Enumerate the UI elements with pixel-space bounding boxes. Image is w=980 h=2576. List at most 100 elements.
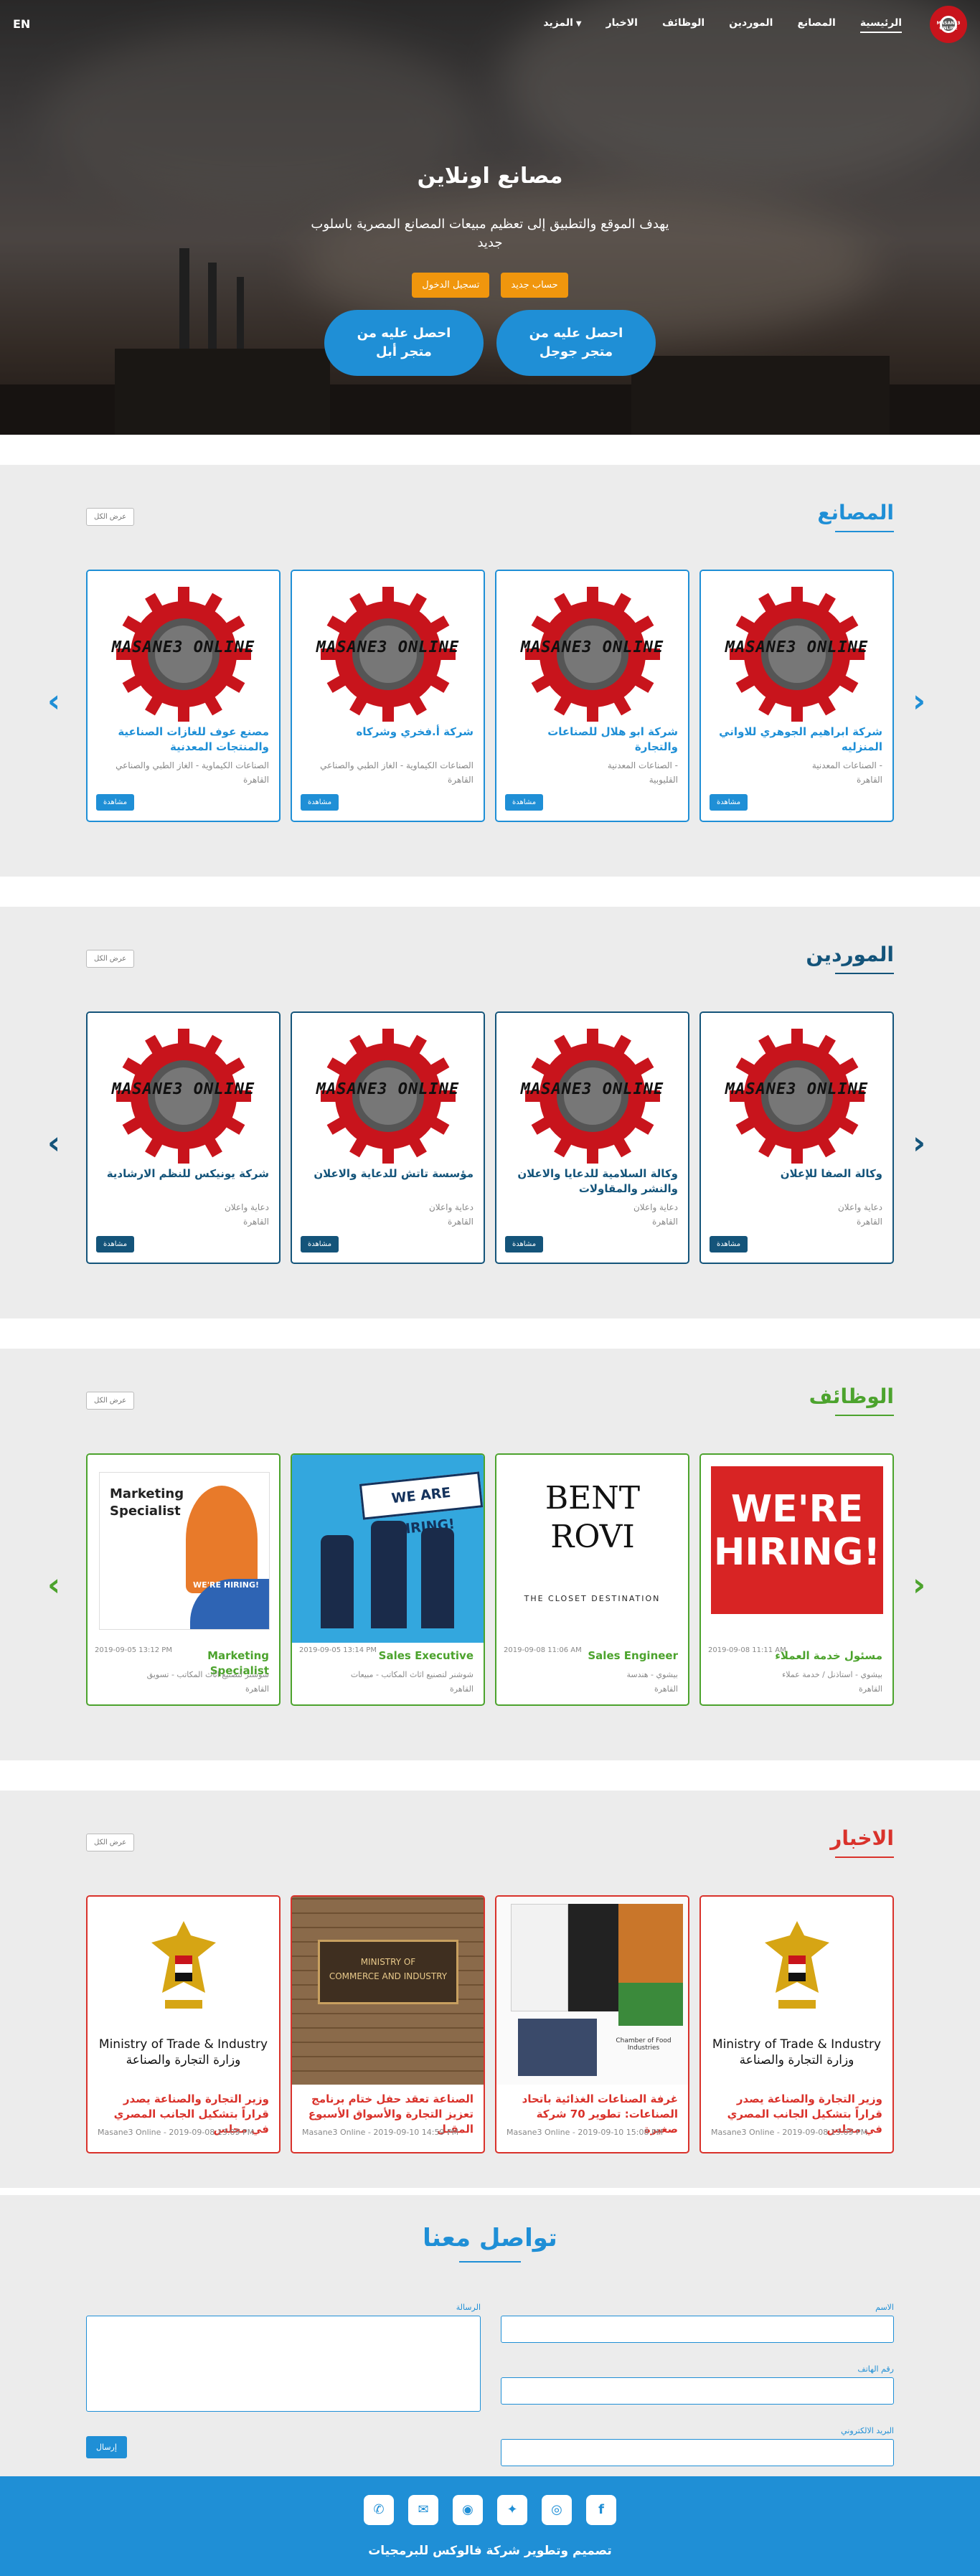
chevron-left-icon[interactable]: ‹ [47, 1125, 60, 1161]
message-textarea[interactable] [86, 2316, 481, 2412]
news-card[interactable]: Ministry of Trade & Industry وزارة التجا… [699, 1895, 894, 2153]
name-field[interactable] [501, 2316, 894, 2343]
item-card[interactable]: MASANE3 ONLINE مؤسسة تاتش للدعاية والاعلا… [291, 1011, 485, 1264]
poster-title: Marketing Specialist [110, 1486, 184, 1520]
card-image: MASANE3 ONLINE [88, 571, 279, 737]
email-field[interactable] [501, 2439, 894, 2466]
news-card[interactable]: Ministry of Trade & Industry وزارة التجا… [86, 1895, 281, 2153]
hero-section: EN الرئيسية المصانع الموردين الوظائف الا… [0, 0, 980, 435]
job-card[interactable]: BENT ROVI THE CLOSET DESTINATION 2019-09-… [495, 1453, 689, 1706]
email-icon[interactable]: ✉ [408, 2495, 438, 2525]
job-card[interactable]: WE'RE HIRING! 2019-09-08 11:11 AM مسئول خد… [699, 1453, 894, 1706]
poster-line: ROVI [550, 1519, 635, 1555]
news-image: Chamber of Food Industries [496, 1897, 688, 2085]
chevron-left-icon[interactable]: ‹ [47, 1567, 60, 1603]
eagle-emblem-icon [151, 1921, 216, 2009]
news-meta: Masane3 Online - 2019-09-08 13:09 PM [98, 2128, 255, 2137]
view-badge[interactable]: مشاهدة [505, 794, 544, 811]
factories-carousel: MASANE3 ONLINE شركة ابراهيم الجوهري للاوا… [86, 570, 894, 822]
card-title[interactable]: شركة ابراهيم الجوهري للاواني المنزليه [710, 725, 882, 755]
chevron-left-icon[interactable]: ‹ [47, 683, 60, 720]
phone-field[interactable] [501, 2377, 894, 2405]
view-badge[interactable]: مشاهدة [710, 1236, 748, 1252]
view-all-button[interactable]: عرض الكل [86, 508, 135, 526]
job-image: WE ARE HIRING! [292, 1455, 484, 1643]
nav-item-home[interactable]: الرئيسية [848, 0, 914, 46]
message-label: الرسالة [456, 2303, 481, 2312]
twitter-icon[interactable]: ✦ [497, 2495, 527, 2525]
card-image: MASANE3 ONLINE [496, 1013, 688, 1179]
view-badge[interactable]: مشاهدة [505, 1236, 544, 1252]
footer-credit: تصميم وتطوير شركة فالوكس للبرمجيات [368, 2544, 612, 2558]
nav-item-more[interactable]: المزيد ▼ [531, 0, 593, 46]
card-title[interactable]: وكالة الصفا للإعلان [710, 1166, 882, 1181]
poster-line: WE'RE [730, 1488, 864, 1531]
item-card[interactable]: MASANE3 ONLINE شركة ابو هلال للصناعات وال… [495, 570, 689, 822]
card-title[interactable]: شركة ابو هلال للصناعات والتجارة [506, 725, 678, 755]
card-brand-text: MASANE3 ONLINE [725, 638, 869, 656]
chevron-right-icon[interactable]: › [913, 1125, 925, 1161]
nav-item-jobs[interactable]: الوظائف [650, 0, 717, 46]
instagram-icon[interactable]: ◎ [542, 2495, 572, 2525]
nav-item-suppliers[interactable]: الموردين [717, 0, 785, 46]
card-image: MASANE3 ONLINE [701, 571, 892, 737]
item-card[interactable]: MASANE3 ONLINE مصنع عوف للغازات الصناعية … [86, 570, 281, 822]
item-card[interactable]: MASANE3 ONLINE وكالة السلامية للدعايا وال… [495, 1011, 689, 1264]
news-card[interactable]: MINISTRY OF COMMERCE AND INDUSTRY الصناع… [291, 1895, 485, 2153]
email-label: البريد الالكتروني [841, 2426, 894, 2435]
title-underline [459, 2261, 521, 2263]
card-title[interactable]: مؤسسة تاتش للدعاية والاعلان [301, 1166, 473, 1181]
whatsapp-icon[interactable]: ◉ [453, 2495, 483, 2525]
card-title[interactable]: مصنع عوف للغازات الصناعية والمنتجات المع… [97, 725, 269, 755]
view-badge[interactable]: مشاهدة [96, 794, 135, 811]
send-button[interactable]: إرسال [86, 2436, 127, 2458]
item-card[interactable]: MASANE3 ONLINE شركة يونيكس للنظم الارشادي… [86, 1011, 281, 1264]
footer: ✆ ✉ ◉ ✦ ◎ f تصميم وتطوير شركة فالوكس للب… [0, 2476, 980, 2576]
view-all-button[interactable]: عرض الكل [86, 1834, 135, 1851]
login-button[interactable]: تسجيل الدخول [412, 273, 490, 298]
site-logo[interactable]: MASANE3 ONLINE [930, 6, 967, 43]
card-brand-text: MASANE3 ONLINE [111, 1080, 255, 1098]
job-card[interactable]: Marketing Specialist WE'RE HIRING! 2019-… [86, 1453, 281, 1706]
google-store-button[interactable]: احصل عليه من متجر جوجل [496, 310, 656, 376]
job-card[interactable]: WE ARE HIRING! 2019-09-05 13:14 PM Sales … [291, 1453, 485, 1706]
card-category: دعاية واعلان [224, 1202, 269, 1212]
view-all-button[interactable]: عرض الكل [86, 1392, 135, 1410]
phone-icon[interactable]: ✆ [364, 2495, 394, 2525]
job-title[interactable]: Sales Executive [366, 1648, 473, 1664]
card-title[interactable]: شركة أ.فخري وشركاه [301, 725, 473, 740]
card-image: MASANE3 ONLINE [701, 1013, 892, 1179]
news-carousel: Ministry of Trade & Industry وزارة التجا… [86, 1895, 894, 2153]
view-all-button[interactable]: عرض الكل [86, 950, 135, 968]
eagle-emblem-icon [764, 1921, 829, 2009]
item-card[interactable]: MASANE3 ONLINE وكالة الصفا للإعلان دعاية و… [699, 1011, 894, 1264]
job-title[interactable]: مسئول خدمة العملاء [775, 1648, 882, 1664]
chevron-down-icon: ▼ [575, 20, 582, 28]
news-card[interactable]: Chamber of Food Industries غرفة الصناعات… [495, 1895, 689, 2153]
language-switch[interactable]: EN [13, 17, 30, 31]
new-account-button[interactable]: حساب جديد [501, 273, 568, 298]
auth-buttons: تسجيل الدخول حساب جديد [0, 273, 980, 298]
person-shape [321, 1535, 354, 1628]
jobs-section: الوظائف عرض الكل ‹ › WE'RE HIRING! 2019-0… [0, 1349, 980, 1760]
card-title[interactable]: وكالة السلامية للدعايا والاعلان والنشر و… [506, 1166, 678, 1197]
job-title[interactable]: Sales Engineer [570, 1648, 678, 1664]
card-location: القليوبية [649, 775, 678, 785]
card-location: القاهرة [243, 775, 269, 785]
card-title[interactable]: شركة يونيكس للنظم الارشادية [97, 1166, 269, 1181]
view-badge[interactable]: مشاهدة [710, 794, 748, 811]
nav-item-news[interactable]: الاخبار [594, 0, 650, 46]
item-card[interactable]: MASANE3 ONLINE شركة ابراهيم الجوهري للاوا… [699, 570, 894, 822]
news-image: MINISTRY OF COMMERCE AND INDUSTRY [292, 1897, 484, 2085]
apple-store-button[interactable]: احصل عليه من متجر أبل [324, 310, 484, 376]
chevron-right-icon[interactable]: › [913, 1567, 925, 1603]
card-location: القاهرة [243, 1217, 269, 1227]
facebook-icon[interactable]: f [586, 2495, 616, 2525]
view-badge[interactable]: مشاهدة [301, 794, 339, 811]
item-card[interactable]: MASANE3 ONLINE شركة أ.فخري وشركاه الصناعات… [291, 570, 485, 822]
view-badge[interactable]: مشاهدة [96, 1236, 135, 1252]
chevron-right-icon[interactable]: › [913, 683, 925, 720]
view-badge[interactable]: مشاهدة [301, 1236, 339, 1252]
nav-item-factories[interactable]: المصانع [785, 0, 847, 46]
ministry-building-photo: MINISTRY OF COMMERCE AND INDUSTRY [292, 1897, 484, 2085]
